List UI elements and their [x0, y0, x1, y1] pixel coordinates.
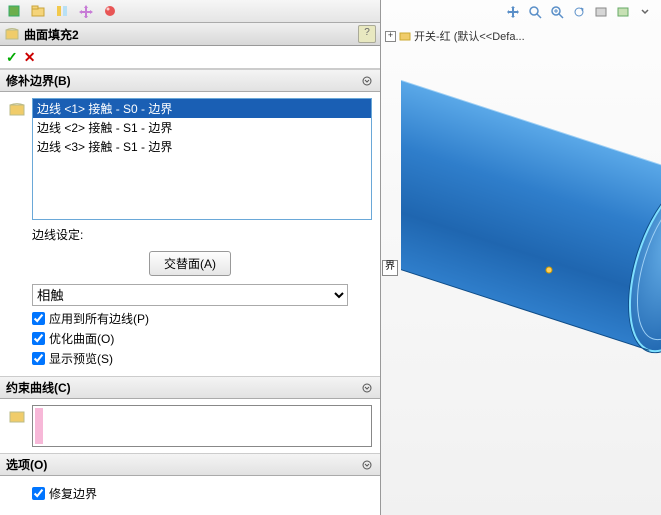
edge-setting-label: 边线设定: [32, 226, 372, 243]
patch-boundary-body: 边线 <1> 接触 - S0 - 边界 边线 <2> 接触 - S1 - 边界 … [0, 92, 380, 376]
edge-select-icon [8, 100, 26, 118]
boundary-marker[interactable]: 界 [382, 260, 398, 276]
patch-boundary-label: 修补边界(B) [6, 72, 71, 89]
ok-icon[interactable]: ✓ [6, 49, 18, 66]
list-item[interactable]: 边线 <3> 接触 - S1 - 边界 [33, 137, 371, 156]
constraint-listbox[interactable] [32, 405, 372, 447]
tab-feature-icon[interactable] [4, 1, 24, 21]
tab-config-icon[interactable] [52, 1, 72, 21]
feature-titlebar: 曲面填充2 ? [0, 23, 380, 46]
constraint-curve-header[interactable]: 约束曲线(C) [0, 376, 380, 399]
feature-title: 曲面填充2 [24, 26, 358, 43]
graphics-viewport[interactable]: + 开关-红 (默认<<Defa... [381, 0, 661, 515]
panel-tabbar [0, 0, 380, 23]
rotate-icon[interactable] [569, 2, 589, 22]
alternate-face-button[interactable]: 交替面(A) [149, 251, 231, 276]
cancel-icon[interactable]: ✕ [24, 49, 36, 66]
chevron-down-icon[interactable] [635, 2, 655, 22]
show-preview-checkbox[interactable]: 显示预览(S) [32, 350, 348, 367]
view-toolbar [503, 2, 655, 22]
collapse-icon[interactable] [360, 381, 374, 395]
collapse-icon[interactable] [360, 458, 374, 472]
collapse-icon[interactable] [360, 74, 374, 88]
edge-listbox[interactable]: 边线 <1> 接触 - S0 - 边界 边线 <2> 接触 - S1 - 边界 … [32, 98, 372, 220]
zoom-fit-icon[interactable] [525, 2, 545, 22]
confirm-row: ✓ ✕ [0, 46, 380, 69]
pan-icon[interactable] [503, 2, 523, 22]
curve-select-icon [8, 407, 26, 425]
list-item[interactable]: 边线 <1> 接触 - S0 - 边界 [33, 99, 371, 118]
apply-all-checkbox[interactable]: 应用到所有边线(P) [32, 310, 348, 327]
tab-appearance-icon[interactable] [100, 1, 120, 21]
tab-folder-icon[interactable] [28, 1, 48, 21]
zoom-area-icon[interactable] [547, 2, 567, 22]
property-panel: 曲面填充2 ? ✓ ✕ 修补边界(B) 边线 <1> 接触 - S0 - 边界 … [0, 0, 381, 515]
options-body: 修复边界 [0, 476, 380, 505]
fill-surface-icon [4, 26, 20, 42]
constraint-curve-label: 约束曲线(C) [6, 379, 71, 396]
help-button[interactable]: ? [358, 25, 376, 43]
constraint-curve-body [0, 399, 380, 453]
options-label: 选项(O) [6, 456, 47, 473]
list-item[interactable]: 边线 <2> 接触 - S1 - 边界 [33, 118, 371, 137]
optimize-face-checkbox[interactable]: 优化曲面(O) [32, 330, 348, 347]
options-header[interactable]: 选项(O) [0, 453, 380, 476]
section-view-icon[interactable] [591, 2, 611, 22]
selection-stripe [35, 408, 43, 444]
patch-boundary-header[interactable]: 修补边界(B) [0, 69, 380, 92]
model-cylinder[interactable] [401, 40, 661, 440]
expand-icon[interactable]: + [385, 31, 396, 42]
repair-boundary-checkbox[interactable]: 修复边界 [32, 485, 348, 502]
tab-move-icon[interactable] [76, 1, 96, 21]
display-style-icon[interactable] [613, 2, 633, 22]
contact-select[interactable]: 相触 [32, 284, 348, 306]
